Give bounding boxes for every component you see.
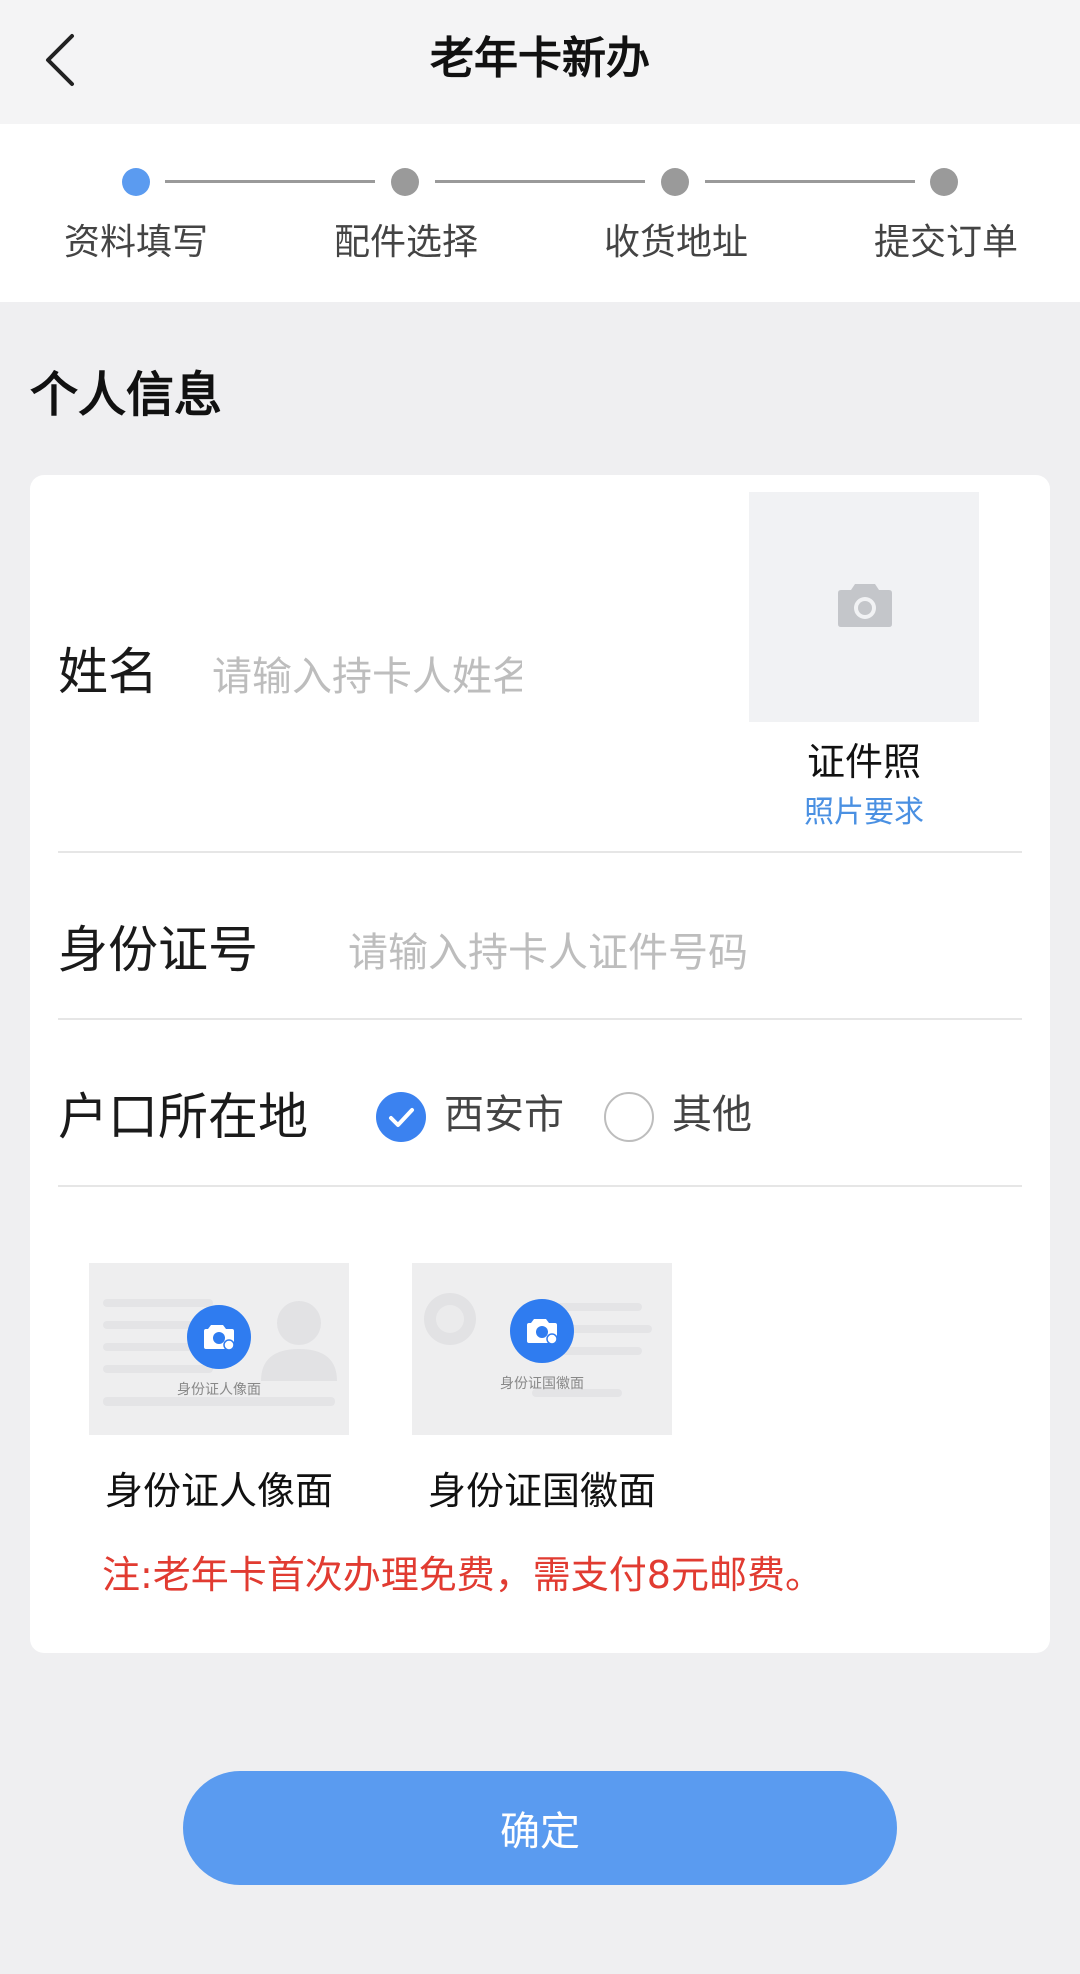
id-photo-upload[interactable] <box>749 492 979 722</box>
step-progress: 资料填写 配件选择 收货地址 提交订单 <box>0 124 1080 302</box>
id-front-thumb-text: 身份证人像面 <box>177 1382 261 1398</box>
id-back-caption: 身份证国徽面 <box>427 1469 656 1513</box>
id-number-input[interactable] <box>348 923 1008 983</box>
residence-label: 户口所在地 <box>58 1088 308 1146</box>
radio-xian-checked[interactable] <box>376 1092 426 1142</box>
camera-icon <box>510 1299 574 1363</box>
step-dot-4 <box>930 168 958 196</box>
step-connector <box>435 180 645 183</box>
step-dot-1 <box>122 168 150 196</box>
id-card-front-upload[interactable]: 身份证人像面 <box>89 1263 349 1435</box>
header-bar: 老年卡新办 <box>0 0 1080 124</box>
page-title: 老年卡新办 <box>430 33 650 84</box>
id-back-thumb-text: 身份证国徽面 <box>500 1376 584 1392</box>
step-dot-2 <box>391 168 419 196</box>
camera-icon <box>837 580 893 632</box>
id-card-back-upload[interactable]: 身份证国徽面 <box>412 1263 672 1435</box>
step-label-fill-info: 资料填写 <box>63 222 208 263</box>
radio-other[interactable] <box>604 1092 654 1142</box>
personal-info-card: 姓名 证件照 照片要求 身份证号 户口所在地 西安市 其他 <box>30 475 1050 1653</box>
row-divider <box>58 851 1022 853</box>
step-connector <box>705 180 915 183</box>
row-divider <box>58 1018 1022 1020</box>
radio-label-other[interactable]: 其他 <box>672 1085 752 1145</box>
step-label-submit: 提交订单 <box>873 222 1018 263</box>
confirm-button[interactable]: 确定 <box>183 1771 897 1885</box>
step-label-address: 收货地址 <box>603 222 748 263</box>
step-dot-3 <box>661 168 689 196</box>
id-photo-caption: 证件照 <box>806 740 921 784</box>
fee-notice: 注:老年卡首次办理免费，需支付8元邮费。 <box>102 1553 823 1597</box>
checkmark-icon <box>389 1108 414 1127</box>
name-label: 姓名 <box>58 643 158 701</box>
section-title: 个人信息 <box>30 367 223 423</box>
radio-label-xian[interactable]: 西安市 <box>444 1085 564 1145</box>
id-front-caption: 身份证人像面 <box>104 1469 333 1513</box>
row-divider <box>58 1185 1022 1187</box>
step-label-accessories: 配件选择 <box>333 222 478 263</box>
camera-icon <box>187 1305 251 1369</box>
photo-requirements-link[interactable]: 照片要求 <box>730 791 998 835</box>
name-input[interactable] <box>212 647 522 707</box>
step-connector <box>165 180 375 183</box>
id-number-label: 身份证号 <box>58 921 258 979</box>
